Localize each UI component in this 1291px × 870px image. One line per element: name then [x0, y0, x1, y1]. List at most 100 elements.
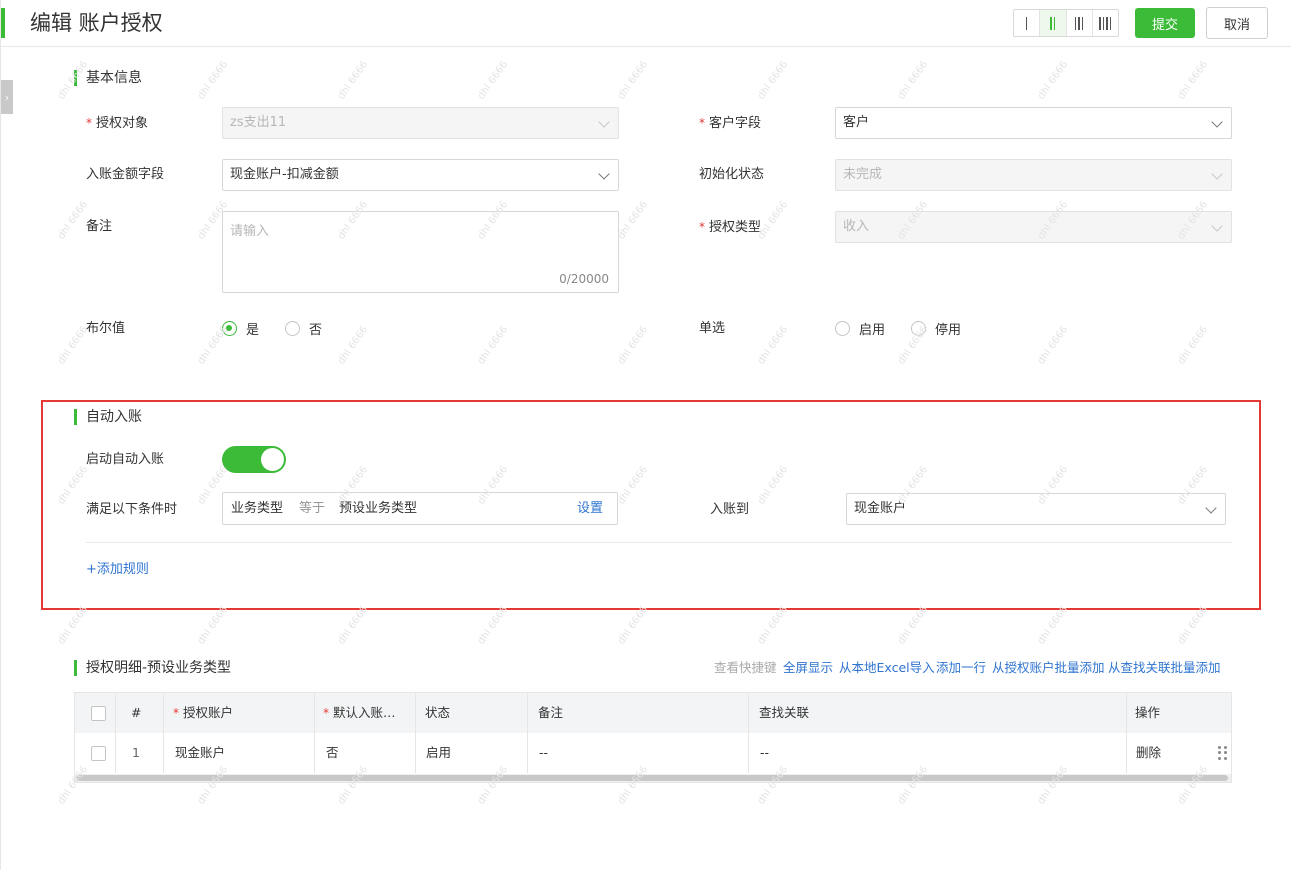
chevron-down-icon — [1211, 220, 1223, 232]
watermark-text: dhl 6666 — [1035, 604, 1071, 647]
select-all-checkbox[interactable] — [91, 706, 106, 721]
watermark-text: dhl 6666 — [55, 604, 91, 647]
sidebar-expand-icon[interactable]: › — [1, 80, 13, 114]
remark-textarea[interactable]: 请输入 0/20000 — [222, 211, 619, 293]
batch-add-from-lookup-link[interactable]: 从查找关联批量添加 — [1108, 660, 1221, 676]
column-layout-switch — [1013, 9, 1119, 37]
column-divider — [314, 693, 315, 773]
column-header-default: * 默认入账… — [323, 705, 396, 720]
column-header-lookup: 查找关联 — [759, 705, 810, 720]
single-radio-group: 启用 停用 — [835, 319, 987, 338]
watermark-text: dhl 6666 — [1175, 604, 1211, 647]
submit-button[interactable]: 提交 — [1135, 8, 1195, 38]
bool-label: 布尔值 — [86, 321, 126, 336]
watermark-text: dhl 6666 — [195, 59, 231, 102]
condition-set-link[interactable]: 设置 — [577, 493, 603, 524]
chevron-down-icon — [1211, 116, 1223, 128]
four-column-icon[interactable] — [1093, 10, 1118, 36]
chevron-down-icon — [1211, 168, 1223, 180]
remark-char-count: 0/20000 — [559, 272, 609, 286]
one-column-icon[interactable] — [1014, 10, 1041, 36]
column-divider — [748, 693, 749, 773]
column-header-index: # — [131, 705, 142, 720]
radio-enable[interactable]: 启用 — [835, 319, 885, 338]
auth-type-label: * 授权类型 — [699, 220, 762, 235]
single-select-label: 单选 — [699, 321, 726, 336]
column-header-status: 状态 — [425, 705, 451, 720]
page-title: 编辑 账户授权 — [30, 11, 163, 35]
add-rule-link[interactable]: +添加规则 — [86, 561, 149, 579]
column-header-account: * 授权账户 — [173, 705, 234, 720]
column-divider — [527, 693, 528, 773]
column-divider — [115, 693, 116, 773]
page-header: 编辑 账户授权 提交 取消 — [1, 0, 1291, 47]
watermark-text: dhl 6666 — [1035, 59, 1071, 102]
cancel-button[interactable]: 取消 — [1206, 7, 1268, 39]
auth-type-select: 收入 — [835, 211, 1232, 243]
radio-no[interactable]: 否 — [285, 319, 322, 338]
drag-handle-icon[interactable] — [1218, 746, 1228, 760]
two-column-icon[interactable] — [1040, 10, 1067, 36]
condition-box: 业务类型 等于 预设业务类型 设置 — [222, 492, 618, 525]
row-index: 1 — [132, 745, 140, 760]
import-excel-link[interactable]: 从本地Excel导入 — [839, 660, 935, 676]
customer-field-select[interactable]: 客户 — [835, 107, 1232, 139]
watermark-text: dhl 6666 — [195, 604, 231, 647]
auto-enable-toggle[interactable] — [222, 446, 286, 473]
row-default[interactable]: 否 — [326, 733, 339, 773]
section-title-auto: 自动入账 — [74, 408, 142, 426]
condition-operator: 等于 — [299, 501, 326, 516]
fullscreen-link[interactable]: 全屏显示 — [783, 660, 833, 676]
watermark-text: dhl 6666 — [1175, 324, 1211, 367]
watermark-text: dhl 6666 — [895, 59, 931, 102]
auth-object-label: * 授权对象 — [86, 116, 149, 131]
amount-field-select[interactable]: 现金账户-扣减金额 — [222, 159, 619, 191]
target-account-label: 入账到 — [710, 502, 750, 517]
add-row-link[interactable]: 添加一行 — [936, 660, 986, 676]
batch-add-from-accounts-link[interactable]: 从授权账户批量添加 — [992, 660, 1105, 676]
view-shortcuts-link[interactable]: 查看快捷键 — [714, 660, 777, 676]
watermark-text: dhl 6666 — [615, 604, 651, 647]
row-lookup[interactable]: -- — [760, 733, 769, 773]
column-divider — [1126, 693, 1127, 773]
chevron-down-icon — [598, 168, 610, 180]
watermark-text: dhl 6666 — [335, 604, 371, 647]
watermark-text: dhl 6666 — [475, 324, 511, 367]
watermark-text: dhl 6666 — [755, 59, 791, 102]
watermark-text: dhl 6666 — [755, 604, 791, 647]
divider — [86, 542, 1232, 543]
row-checkbox[interactable] — [91, 746, 106, 761]
column-divider — [415, 693, 416, 773]
watermark-text: dhl 6666 — [615, 59, 651, 102]
auth-object-select: zs支出11 — [222, 107, 619, 139]
condition-field: 业务类型 — [231, 501, 284, 516]
init-status-select: 未完成 — [835, 159, 1232, 191]
watermark-text: dhl 6666 — [335, 59, 371, 102]
watermark-text: dhl 6666 — [755, 199, 791, 242]
watermark-text: dhl 6666 — [1175, 59, 1211, 102]
remark-placeholder: 请输入 — [230, 224, 270, 239]
condition-label: 满足以下条件时 — [86, 502, 178, 517]
watermark-text: dhl 6666 — [1035, 324, 1071, 367]
auto-enable-label: 启动自动入账 — [86, 452, 165, 467]
remark-label: 备注 — [86, 219, 113, 234]
three-column-icon[interactable] — [1067, 10, 1093, 36]
watermark-text: dhl 6666 — [615, 324, 651, 367]
init-status-label: 初始化状态 — [699, 167, 765, 182]
row-delete-link[interactable]: 删除 — [1136, 733, 1161, 773]
watermark-text: dhl 6666 — [755, 324, 791, 367]
watermark-text: dhl 6666 — [615, 199, 651, 242]
watermark-text: dhl 6666 — [475, 59, 511, 102]
row-account[interactable]: 现金账户 — [175, 733, 225, 773]
watermark-text: dhl 6666 — [475, 604, 511, 647]
chevron-down-icon — [598, 116, 610, 128]
watermark-text: dhl 6666 — [55, 324, 91, 367]
watermark-text: dhl 6666 — [895, 604, 931, 647]
row-status[interactable]: 启用 — [426, 733, 451, 773]
watermark-text: dhl 6666 — [195, 324, 231, 367]
row-remark[interactable]: -- — [539, 733, 548, 773]
chevron-down-icon — [1205, 502, 1217, 514]
column-divider — [163, 693, 164, 773]
section-title-detail: 授权明细-预设业务类型 — [74, 659, 231, 677]
bool-radio-group: 是 否 — [222, 319, 348, 338]
